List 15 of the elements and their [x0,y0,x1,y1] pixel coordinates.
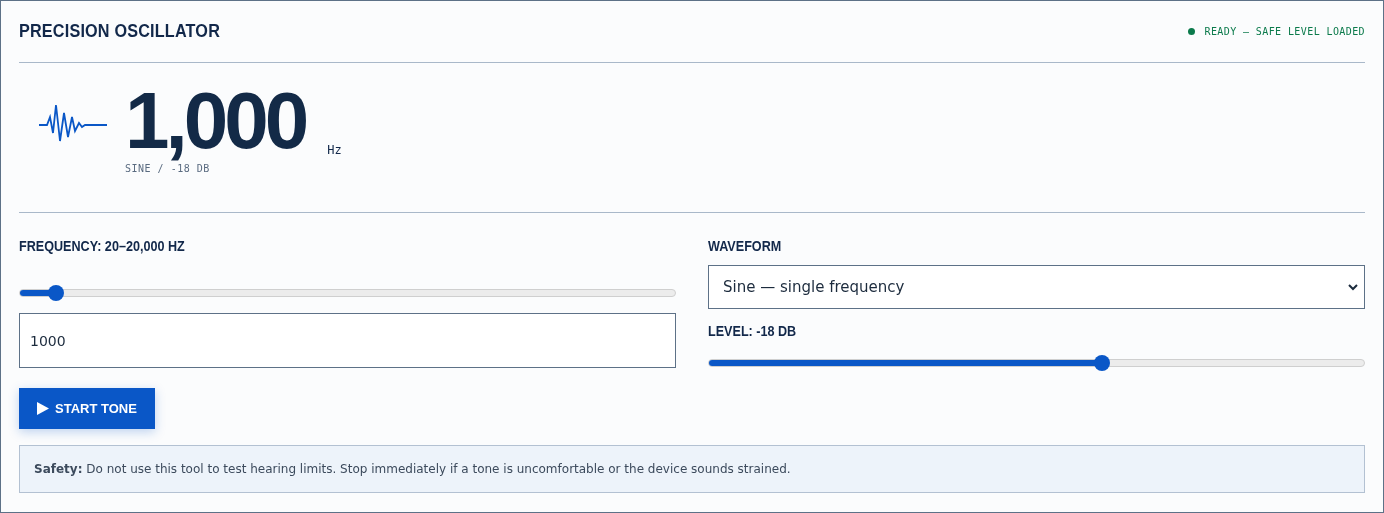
slider-thumb[interactable] [48,284,64,301]
unit-label: Hz [327,143,342,157]
play-icon [37,402,49,415]
safety-text: Safety: Do not use this tool to test hearing limits. Stop immediately if a tone is uncomfortable or the device sounds strained. [34,462,791,476]
waveform-select[interactable]: Sine — single frequency [708,265,1365,309]
frequency-label: FREQUENCY: 20–20,000 HZ [19,238,186,254]
slider-thumb[interactable] [1094,355,1110,371]
readout-detail: SINE / -18 DB [125,163,210,174]
start-tone-button[interactable]: START TONE [19,388,155,429]
panel-title: PRECISION OSCILLATOR [19,21,220,42]
waveform-label: WAVEFORM [708,238,783,254]
chevron-icon [1348,283,1358,291]
status-text: READY — SAFE LEVEL LOADED [1204,26,1365,37]
frequency-input[interactable]: 1000 [19,313,676,368]
level-label: LEVEL: -18 DB [708,323,798,339]
